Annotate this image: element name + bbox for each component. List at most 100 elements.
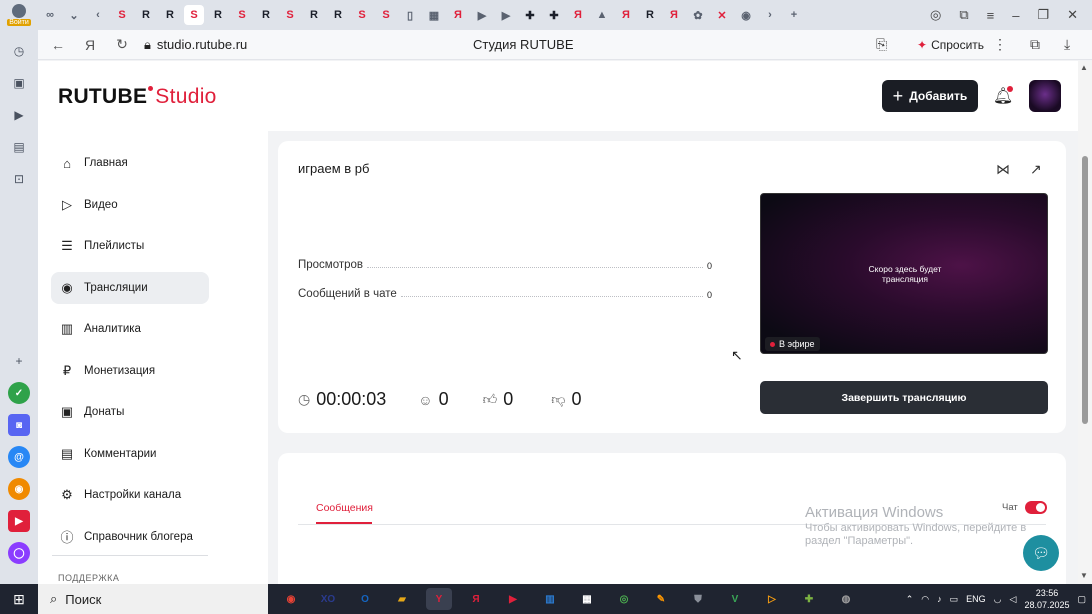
scroll-up-icon[interactable]: ▲ [1080,63,1088,72]
browser-tab-5[interactable]: R [160,5,180,25]
browser-tab-14[interactable]: S [376,5,396,25]
ask-button[interactable]: ✦ Спросить [911,36,990,54]
scroll-down-icon[interactable]: ▼ [1080,571,1088,580]
sidebar-item-streams[interactable]: ◉ Трансляции [51,271,209,304]
sidebar-item-donations[interactable]: ▣ Донаты [51,396,209,428]
browser-tab-12[interactable]: R [328,5,348,25]
browser-tab-19[interactable]: ▶ [496,5,516,25]
scroll-thumb[interactable] [1082,156,1088,424]
sidebar-item-comments[interactable]: ▤ Комментарии [51,438,209,470]
browser-tab-9[interactable]: R [256,5,276,25]
end-stream-button[interactable]: Завершить трансляцию [760,381,1048,414]
taskbar-app-1[interactable]: XO [315,588,341,610]
browser-tab-18[interactable]: ▶ [472,5,492,25]
sidebar-item-video[interactable]: ▷ Видео [51,189,209,221]
notifications-button[interactable]: 🔔︎ [992,85,1014,107]
sidebar-item-channel-settings[interactable]: ⚙ Настройки канала [51,479,209,511]
youtube-icon[interactable]: ▶ [8,510,30,532]
collections-icon[interactable]: ⧉ [959,7,968,23]
volume-icon[interactable]: ♪ [937,594,942,604]
collections-side-icon[interactable]: ▣ [8,72,30,94]
reload-icon[interactable]: ↻ [110,36,134,53]
sidebar-item-monetization[interactable]: ₽ Монетизация [51,355,209,387]
browser-tab-28[interactable]: ✕ [712,5,732,25]
taskbar-app-14[interactable]: ✚ [796,588,822,610]
close-button[interactable]: ✕ [1067,7,1078,23]
history-icon[interactable]: ◷ [8,40,30,62]
extensions-icon[interactable]: ⧉ [1030,36,1040,53]
chat-toggle[interactable] [1025,501,1047,514]
more-icon[interactable]: ⋮ [993,36,1007,53]
browser-tab-15[interactable]: ▯ [400,5,420,25]
browser-tab-8[interactable]: S [232,5,252,25]
sidebar-item-blogger-guide[interactable]: ⓘ Справочник блогера [51,521,209,553]
yandex-icon[interactable]: Я [78,37,102,53]
taskbar-app-2[interactable]: O [352,588,378,610]
browser-tab-4[interactable]: R [136,5,156,25]
taskbar-app-0[interactable]: ◉ [278,588,304,610]
tasks-icon[interactable]: ✓ [8,382,30,404]
minimize-button[interactable]: – [1012,8,1019,23]
taskbar-app-11[interactable]: ⛊ [685,588,711,610]
taskbar-app-4[interactable]: Y [426,588,452,610]
alice-icon[interactable]: ◯ [8,542,30,564]
url-field[interactable]: 🔒︎ studio.rutube.ru [144,37,247,53]
share-icon[interactable]: ⋈ [996,161,1010,178]
battery-icon[interactable]: ▭ [950,594,959,605]
browser-tab-16[interactable]: ▦ [424,5,444,25]
taskbar-app-10[interactable]: ✎ [648,588,674,610]
notifications-center-icon[interactable]: ▢ [1077,594,1086,605]
browser-tab-21[interactable]: ✚ [544,5,564,25]
menu-icon[interactable]: ≡ [987,8,995,23]
maximize-button[interactable]: ❐ [1037,7,1049,23]
taskbar-clock[interactable]: 23:56 28.07.2025 [1024,587,1069,611]
browser-tab-27[interactable]: ✿ [688,5,708,25]
taskbar-app-3[interactable]: ▰ [389,588,415,610]
bookmark-icon[interactable]: ⎘ [876,36,887,53]
browser-tab-20[interactable]: ✚ [520,5,540,25]
counter-icon[interactable]: ▤ [8,136,30,158]
browser-tab-10[interactable]: S [280,5,300,25]
taskbar-app-15[interactable]: ◍ [833,588,859,610]
browser-tab-2[interactable]: ‹ [88,5,108,25]
add-button[interactable]: + Добавить [882,80,978,112]
sidebar-item-playlists[interactable]: ☰ Плейлисты [51,230,209,262]
downloads-icon[interactable]: ⤓ [1064,36,1070,53]
taskbar-app-6[interactable]: ▶ [500,588,526,610]
rutube-studio-logo[interactable]: RUTUBE Studio [58,85,217,109]
ok-icon[interactable]: ◉ [8,478,30,500]
profile-switch-icon[interactable]: ◎ [930,7,941,23]
browser-tab-23[interactable]: ▲ [592,5,612,25]
open-external-icon[interactable]: ↗ [1030,161,1042,178]
sidebar-item-analytics[interactable]: ▥ Аналитика [51,313,209,345]
browser-tab-13[interactable]: S [352,5,372,25]
taskbar-search[interactable]: ⌕ Поиск [38,584,268,614]
support-chat-button[interactable]: 💬︎ [1023,535,1059,571]
browser-tab-25[interactable]: R [640,5,660,25]
wifi-icon[interactable]: ◡ [994,594,1002,605]
speaker-icon[interactable]: ◁ [1010,594,1017,605]
browser-tab-0[interactable]: ∞ [40,5,60,25]
browser-tab-30[interactable]: › [760,5,780,25]
profile-button[interactable]: Войти [0,0,38,30]
taskbar-app-12[interactable]: V [722,588,748,610]
browser-tab-3[interactable]: S [112,5,132,25]
browser-tab-1[interactable]: ⌄ [64,5,84,25]
screenshot-icon[interactable]: ⊡ [8,168,30,190]
taskbar-app-5[interactable]: Я [463,588,489,610]
mail-icon[interactable]: @ [8,446,30,468]
avatar[interactable] [1029,80,1061,112]
discord-icon[interactable]: ◙ [8,414,30,436]
network-icon[interactable]: ◠ [921,594,929,605]
page-scrollbar[interactable]: ▲ ▼ [1078,61,1092,584]
windows-start-button[interactable]: ⊞ [0,584,38,614]
taskbar-app-9[interactable]: ◎ [611,588,637,610]
video-side-icon[interactable]: ▶ [8,104,30,126]
tray-chevron-icon[interactable]: ⌃ [906,594,914,605]
browser-tab-24[interactable]: Я [616,5,636,25]
browser-tab-11[interactable]: R [304,5,324,25]
browser-tab-6[interactable]: S [184,5,204,25]
browser-tab-17[interactable]: Я [448,5,468,25]
browser-tab-31[interactable]: + [784,5,804,25]
browser-tab-29[interactable]: ◉ [736,5,756,25]
